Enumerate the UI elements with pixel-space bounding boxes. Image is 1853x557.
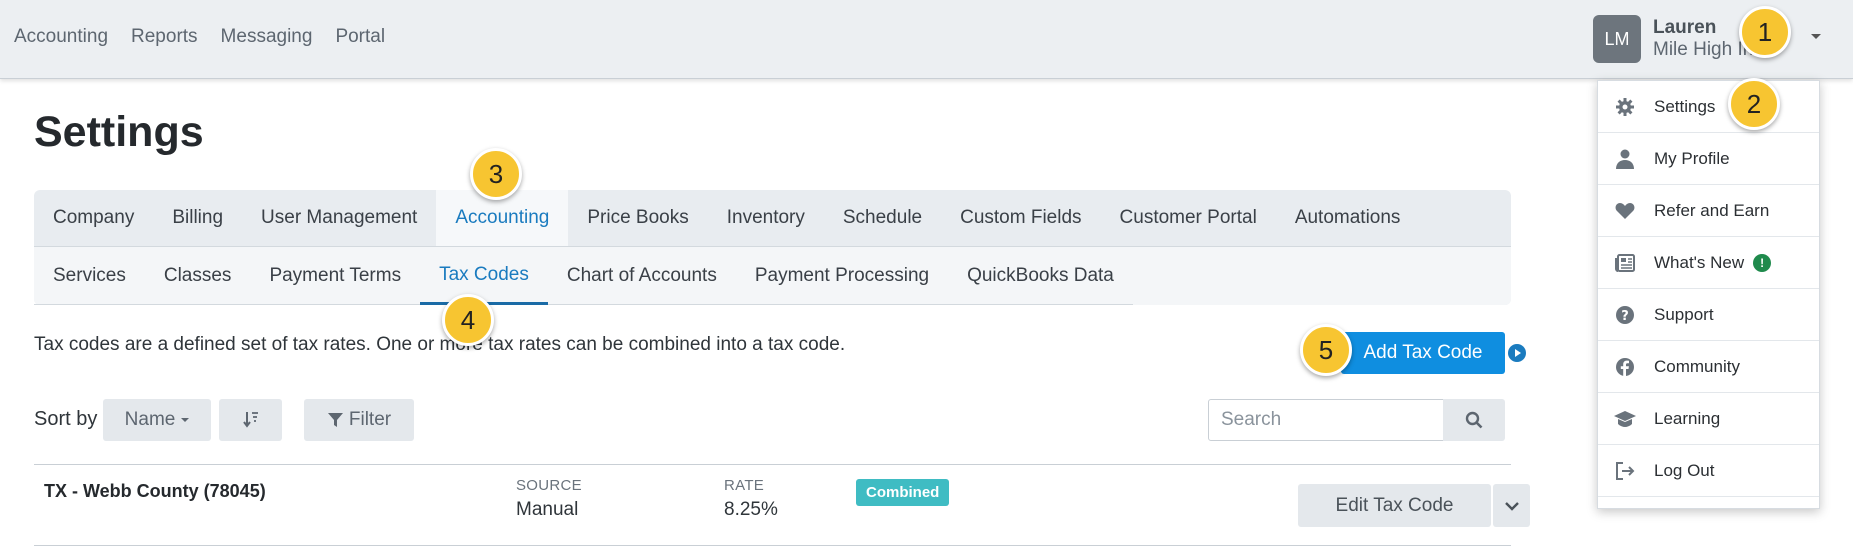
subtab-payment-processing[interactable]: Payment Processing [735,247,949,305]
top-bar: Accounting Reports Messaging Portal LM L… [0,0,1853,79]
question-circle-icon: ? [1614,304,1636,326]
menu-item-log-out[interactable]: Log Out [1598,445,1819,497]
chevron-down-icon [1504,501,1519,511]
filter-icon [327,413,343,427]
add-tax-code-button[interactable]: Add Tax Code [1341,332,1505,374]
search-icon [1465,411,1483,429]
menu-item-label: Log Out [1654,460,1715,480]
svg-text:?: ? [1621,309,1629,324]
tab-custom-fields[interactable]: Custom Fields [941,190,1100,246]
tab-user-management[interactable]: User Management [242,190,436,246]
nav-messaging[interactable]: Messaging [221,26,313,48]
sort-field-label: Name [124,409,176,430]
edit-tax-code-button[interactable]: Edit Tax Code [1298,484,1491,527]
callout-badge-4: 4 [442,294,494,346]
row-actions-dropdown[interactable] [1493,484,1530,527]
menu-item-label: Refer and Earn [1654,200,1770,220]
nav-portal[interactable]: Portal [335,26,385,48]
graduation-cap-icon [1614,408,1636,430]
callout-badge-2: 2 [1728,78,1780,130]
menu-item-whats-new[interactable]: What's New ! [1598,237,1819,289]
tab-price-books[interactable]: Price Books [568,190,707,246]
sub-tab-row: Services Classes Payment Terms Tax Codes… [34,247,1511,305]
subtab-classes[interactable]: Classes [144,247,251,305]
menu-item-community[interactable]: Community [1598,341,1819,393]
tax-codes-description: Tax codes are a defined set of tax rates… [34,334,846,355]
tab-schedule[interactable]: Schedule [824,190,941,246]
tab-automations[interactable]: Automations [1276,190,1420,246]
callout-badge-5: 5 [1300,324,1352,376]
caret-down-icon [181,418,190,422]
settings-tabs: Company Billing User Management Accounti… [34,190,1511,305]
user-dropdown-menu: Settings My Profile Refer and Earn What'… [1597,80,1820,509]
page-title: Settings [34,108,204,156]
nav-reports[interactable]: Reports [131,26,198,48]
menu-item-settings[interactable]: Settings [1598,81,1819,133]
subtab-chart-of-accounts[interactable]: Chart of Accounts [547,247,736,305]
top-nav: Accounting Reports Messaging Portal [14,26,385,48]
facebook-icon [1614,356,1636,378]
source-label: SOURCE [516,477,582,494]
menu-item-my-profile[interactable]: My Profile [1598,133,1819,185]
tab-billing[interactable]: Billing [153,190,242,246]
subtab-tax-codes[interactable]: Tax Codes [420,247,548,305]
combined-badge: Combined [856,479,950,506]
subtab-payment-terms[interactable]: Payment Terms [250,247,421,305]
logout-icon [1614,460,1636,482]
callout-badge-3: 3 [470,148,522,200]
menu-item-label: My Profile [1654,148,1730,168]
menu-item-label: Support [1654,304,1714,324]
main-tab-row: Company Billing User Management Accounti… [34,190,1511,247]
tax-code-name: TX - Webb County (78045) [44,481,266,501]
tab-company[interactable]: Company [34,190,153,246]
menu-item-support[interactable]: ? Support [1598,289,1819,341]
menu-item-label: Learning [1654,408,1721,428]
menu-item-label: What's New [1654,252,1745,272]
newspaper-icon [1614,252,1636,274]
menu-item-label: Settings [1654,96,1716,116]
filter-label: Filter [348,409,392,430]
rate-label: RATE [724,477,765,494]
subtab-services[interactable]: Services [34,247,145,305]
menu-item-refer-and-earn[interactable]: Refer and Earn [1598,185,1819,237]
heart-icon [1614,200,1636,222]
play-video-icon[interactable] [1508,344,1526,362]
subtab-quickbooks-data[interactable]: QuickBooks Data [948,247,1133,305]
sort-field-dropdown[interactable]: Name [103,399,211,441]
menu-item-learning[interactable]: Learning [1598,393,1819,445]
tab-inventory[interactable]: Inventory [708,190,824,246]
nav-accounting[interactable]: Accounting [14,26,108,48]
new-badge: ! [1753,253,1772,272]
chevron-down-icon[interactable] [1811,34,1821,39]
filter-button[interactable]: Filter [304,399,414,441]
menu-item-label: Community [1654,356,1740,376]
sort-direction-button[interactable] [219,399,282,441]
rate-value: 8.25% [724,499,778,520]
sort-descending-icon [242,412,258,428]
source-value: Manual [516,499,579,520]
gear-icon [1614,96,1636,118]
search-input[interactable] [1208,399,1444,441]
tab-customer-portal[interactable]: Customer Portal [1101,190,1276,246]
table-row: TX - Webb County (78045) SOURCE Manual R… [34,464,1530,546]
sort-by-label: Sort by [34,408,98,430]
callout-badge-1: 1 [1739,6,1791,58]
avatar: LM [1593,15,1641,63]
search-button[interactable] [1443,399,1505,441]
person-icon [1614,148,1636,170]
